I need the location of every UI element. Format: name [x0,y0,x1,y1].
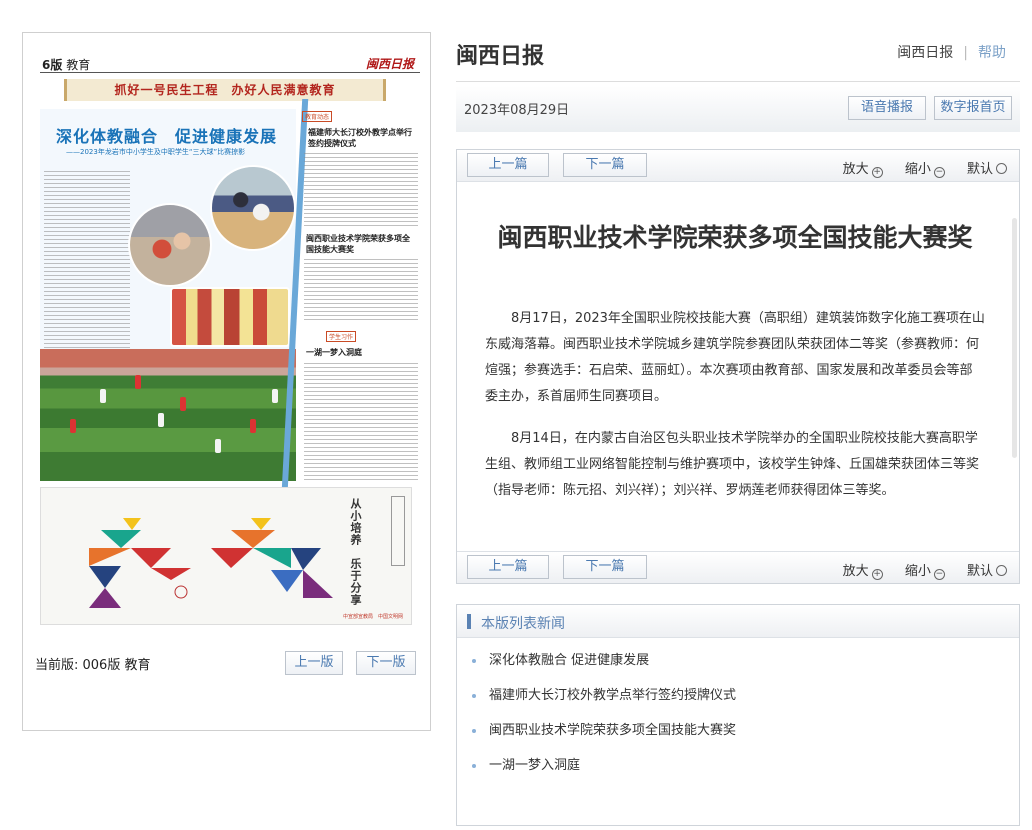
plus-circle-icon: + [871,569,883,580]
prev-edition-button[interactable]: 上一版 [285,651,343,675]
circle-icon [996,565,1007,576]
site-title: 闽西日报 [456,44,545,69]
ad-seal [391,496,405,566]
page-banner: 抓好一号民生工程 办好人民满意教育 [64,79,386,101]
main-subhead: ——2023年龙岩市中小学生及中职学生“三大球”比赛掠影 [66,148,246,156]
zoom-controls: 放大 + 缩小 − 默认 [825,158,1007,178]
article-panel: 上一篇 下一篇 放大 + 缩小 − 默认 闽西职业技术学院荣获多项全国技能大赛奖 8… [456,149,1020,584]
voice-broadcast-button[interactable]: 语音播报 [848,96,926,120]
text-column [304,259,418,323]
list-item[interactable]: 闽西职业技术学院荣获多项全国技能大赛奖 [471,719,736,754]
help-link[interactable]: 帮助 [978,45,1006,61]
photo-team-award [170,287,290,347]
newspaper-page-panel: 6版 教育 闽西日报 抓好一号民生工程 办好人民满意教育 深化体教融合 促进健康… [22,32,431,731]
newspaper-logo: 闽西日报 [365,57,414,71]
text-column [304,363,418,481]
article-nav-bottom: 上一篇 下一篇 放大 + 缩小 − 默认 [457,551,1019,583]
list-item[interactable]: 一湖一梦入洞庭 [471,754,736,789]
issue-date: 2023年08月29日 [464,103,570,118]
newspaper-page-image[interactable]: 6版 教育 闽西日报 抓好一号民生工程 办好人民满意教育 深化体教融合 促进健康… [40,51,420,643]
article-nav-top: 上一篇 下一篇 放大 + 缩小 − 默认 [457,150,1019,182]
main-headline: 深化体教融合 促进健康发展 [56,127,278,146]
top-links: 闽西日报 | 帮助 [897,42,1006,62]
scrollbar[interactable] [1012,218,1017,458]
public-service-ad: 从小培养 乐于分享 中宣部宣教局 中国文明网 [40,487,412,625]
photo-basketball [128,203,212,287]
article-paragraph: 8月17日，2023年全国职业院校技能大赛（高职组）建筑装饰数字化施工赛项在山东… [485,311,985,404]
page-header: 6版 教育 闽西日报 [40,55,420,73]
zoom-in-button[interactable]: 放大 + [843,564,883,580]
minus-circle-icon: − [933,167,945,178]
list-item[interactable]: 福建师大长汀校外教学点举行签约授牌仪式 [471,684,736,719]
photo-football-field [40,349,296,481]
circle-icon [996,163,1007,174]
section-tag: 学生习作 [326,331,357,342]
side-headline[interactable]: 一湖一梦入洞庭 [306,347,362,358]
prev-article-button[interactable]: 上一篇 [467,153,549,177]
date-bar: 2023年08月29日 语音播报 数字报首页 [456,86,1020,132]
current-edition-label: 当前版: 006版 教育 [35,658,151,673]
list-title: 本版列表新闻 [481,616,565,632]
zoom-default-button[interactable]: 默认 [967,564,1007,579]
news-list: 深化体教融合 促进健康发展 福建师大长汀校外教学点举行签约授牌仪式 闽西职业技术… [471,649,736,789]
edition-news-list-panel: 本版列表新闻 深化体教融合 促进健康发展 福建师大长汀校外教学点举行签约授牌仪式… [456,604,1020,826]
next-article-button[interactable]: 下一篇 [563,153,647,177]
ad-slogan: 从小培养 乐于分享 [349,498,362,606]
side-headline[interactable]: 闽西职业技术学院荣获多项全国技能大赛奖 [306,233,416,255]
next-article-button[interactable]: 下一篇 [563,555,647,579]
section-tag: 教育动态 [302,111,333,122]
zoom-controls: 放大 + 缩小 − 默认 [825,560,1007,580]
tangram-figures-illustration [89,518,333,608]
next-edition-button[interactable]: 下一版 [356,651,416,675]
main-story-area[interactable]: 深化体教融合 促进健康发展 ——2023年龙岩市中小学生及中职学生“三大球”比赛… [40,109,296,481]
zoom-in-button[interactable]: 放大 + [843,162,883,178]
article-content[interactable]: 闽西职业技术学院荣获多项全国技能大赛奖 8月17日，2023年全国职业院校技能大… [457,182,1019,551]
header-divider [456,81,1020,82]
zoom-out-button[interactable]: 缩小 − [905,162,945,178]
digital-home-button[interactable]: 数字报首页 [934,96,1012,120]
ad-footer: 中宣部宣教局 中国文明网 [342,614,403,620]
list-header: 本版列表新闻 [457,605,1019,638]
paper-link[interactable]: 闽西日报 [897,45,953,61]
text-column [304,153,418,227]
text-column [44,171,130,367]
zoom-default-button[interactable]: 默认 [967,162,1007,177]
banner-text: 抓好一号民生工程 办好人民满意教育 [114,83,336,97]
edition-label: 6版 教育 [42,58,91,72]
zoom-out-button[interactable]: 缩小 − [905,564,945,580]
link-divider: | [963,45,968,61]
minus-circle-icon: − [933,569,945,580]
side-headline[interactable]: 福建师大长汀校外教学点举行签约授牌仪式 [308,127,418,149]
photo-volleyball [210,165,296,251]
side-stories[interactable]: 教育动态 福建师大长汀校外教学点举行签约授牌仪式 闽西职业技术学院荣获多项全国技… [300,109,420,481]
list-item[interactable]: 深化体教融合 促进健康发展 [471,649,736,684]
prev-article-button[interactable]: 上一篇 [467,555,549,579]
plus-circle-icon: + [871,167,883,178]
list-header-bar [467,614,471,629]
article-paragraph: 8月14日，在内蒙古自治区包头职业技术学院举办的全国职业院校技能大赛高职学生组、… [485,431,980,498]
article-title: 闽西职业技术学院荣获多项全国技能大赛奖 [497,223,973,252]
